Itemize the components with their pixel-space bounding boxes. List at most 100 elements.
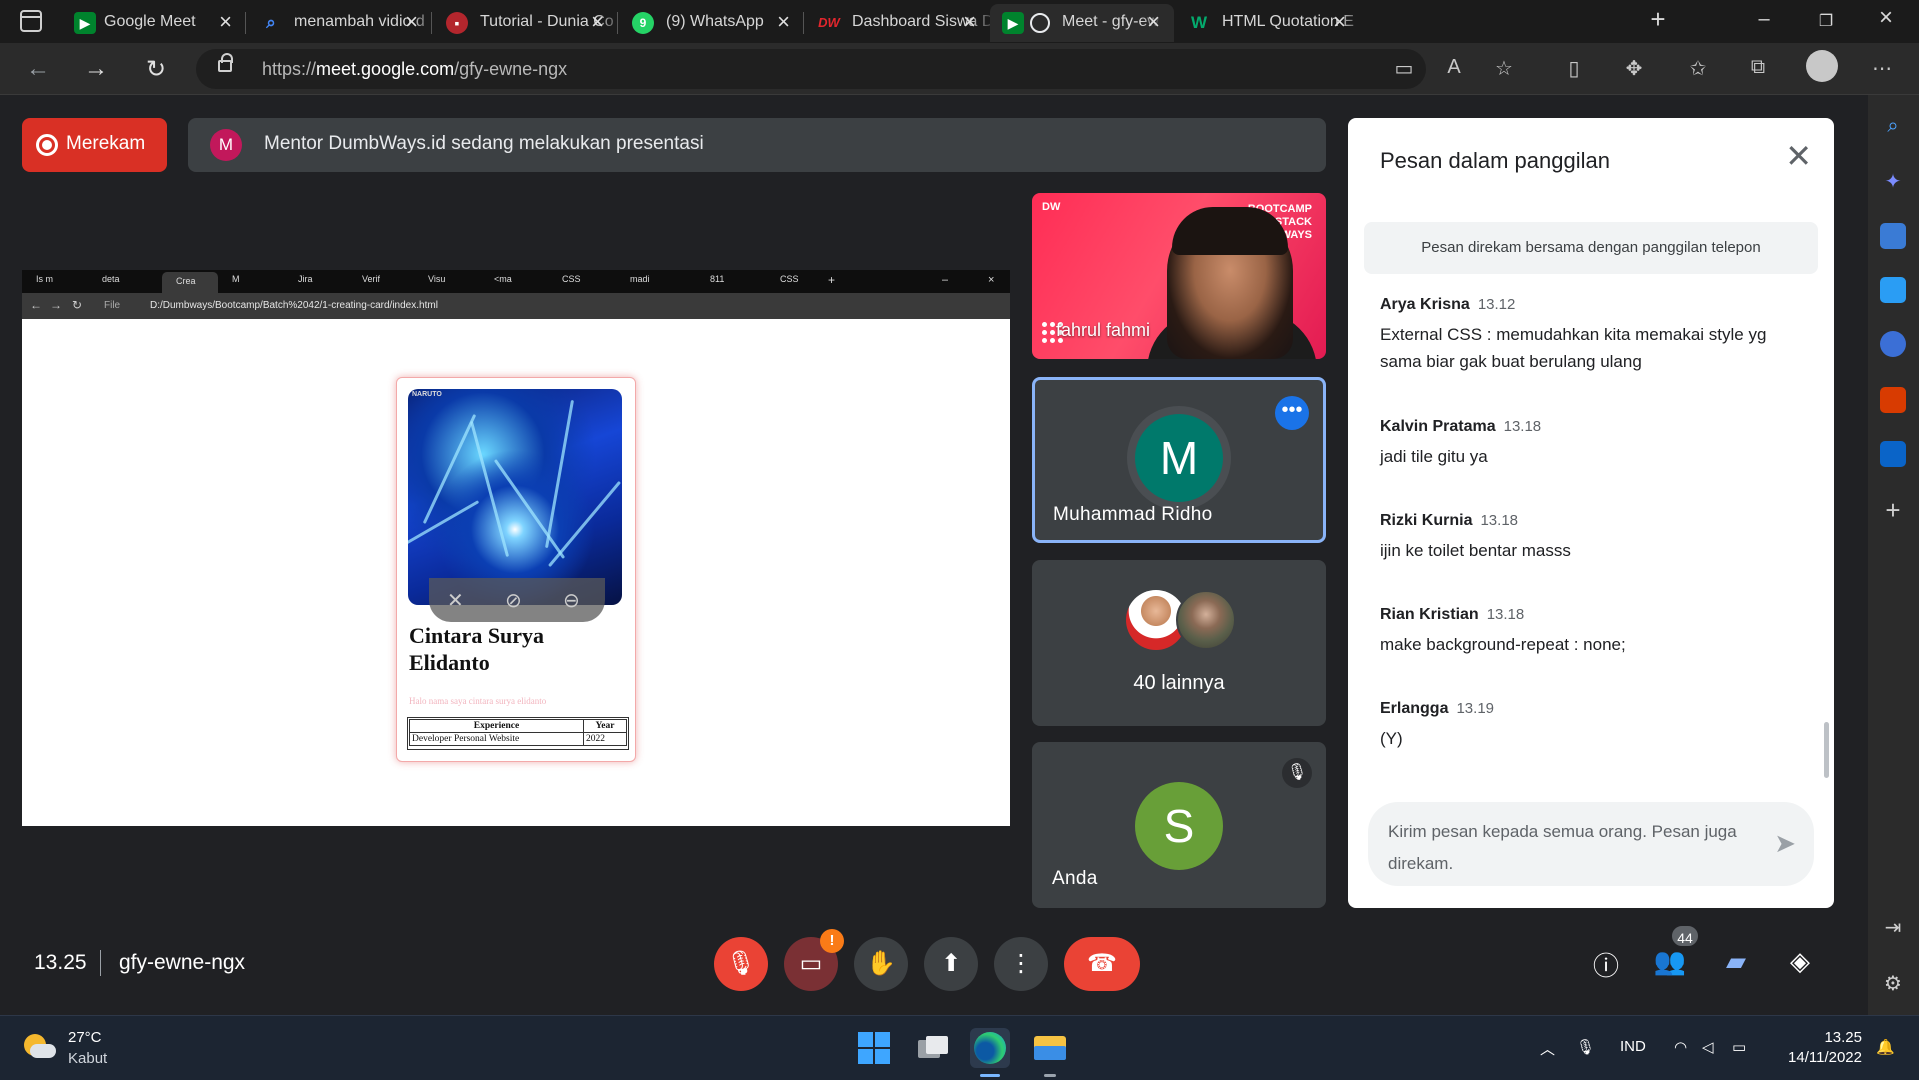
- browser-tab-html-quotation[interactable]: W HTML Quotation E ×: [1176, 4, 1360, 42]
- participant-tile-others[interactable]: 40 lainnya: [1032, 560, 1326, 726]
- more-menu-icon[interactable]: ⋯: [1868, 56, 1896, 81]
- device-icon[interactable]: ▯: [1560, 56, 1588, 81]
- chat-message: Rian Kristian 13.18 make background-repea…: [1380, 606, 1800, 658]
- new-tab-icon[interactable]: +: [1638, 4, 1678, 35]
- hide-sidebar-icon[interactable]: ⇥: [1880, 915, 1906, 941]
- chevron-up-icon[interactable]: ︿: [1540, 1038, 1555, 1059]
- notifications-icon[interactable]: 🔔: [1876, 1038, 1895, 1056]
- extensions-icon[interactable]: ✥: [1620, 56, 1648, 81]
- volume-icon[interactable]: ◁: [1702, 1038, 1714, 1056]
- close-window-icon[interactable]: ×: [1866, 4, 1906, 32]
- close-icon[interactable]: ×: [1333, 10, 1346, 34]
- table-row: Developer Personal Website 2022: [409, 732, 627, 746]
- record-icon: [36, 134, 58, 156]
- profile-avatar[interactable]: [1806, 50, 1838, 82]
- copilot-icon[interactable]: ✦: [1880, 169, 1906, 195]
- close-icon[interactable]: ×: [777, 10, 790, 34]
- refresh-icon[interactable]: ↻: [140, 55, 172, 84]
- message-text: (Y): [1380, 729, 1403, 748]
- more-options-icon[interactable]: •••: [1275, 396, 1309, 430]
- leave-call-button[interactable]: ☎: [1064, 937, 1140, 991]
- camera-toggle-button[interactable]: ▭ !: [784, 929, 844, 991]
- browser-tab-google-meet[interactable]: ▶ Google Meet ×: [62, 4, 246, 42]
- raise-hand-button[interactable]: ✋: [854, 937, 908, 991]
- google-meet-icon: ▶: [1002, 12, 1024, 34]
- system-clock[interactable]: 13.25 14/11/2022: [1780, 1028, 1862, 1068]
- browser-tab-tutorial[interactable]: ▪ Tutorial - Dunia Co ×: [434, 4, 618, 42]
- browser-tab-dashboard[interactable]: DW Dashboard Siswa D ×: [806, 4, 993, 42]
- office-icon[interactable]: [1880, 387, 1906, 413]
- chat-input[interactable]: Kirim pesan kepada semua orang. Pesan ju…: [1368, 802, 1814, 886]
- favorite-add-icon[interactable]: ☆: [1490, 56, 1518, 81]
- recording-note: Pesan direkam bersama dengan panggilan t…: [1364, 222, 1818, 274]
- collections-icon[interactable]: ⧉: [1744, 56, 1772, 79]
- close-icon[interactable]: ×: [591, 10, 604, 34]
- forward-icon[interactable]: →: [80, 55, 112, 83]
- tab-actions-icon[interactable]: [20, 10, 42, 32]
- w3schools-icon: W: [1190, 13, 1208, 32]
- edge-browser-icon[interactable]: [970, 1028, 1010, 1068]
- shopping-icon[interactable]: [1880, 223, 1906, 249]
- card-description: Halo nama saya cintara surya elidanto: [409, 696, 547, 706]
- dumbways-logo: DW: [1042, 201, 1061, 213]
- url-text[interactable]: https://meet.google.com/gfy-ewne-ngx: [262, 59, 567, 80]
- close-icon[interactable]: ✕: [1785, 140, 1812, 172]
- add-icon[interactable]: +: [1880, 497, 1906, 523]
- chat-scrollbar[interactable]: [1824, 722, 1829, 778]
- microphone-toggle-button[interactable]: 🎙: [714, 937, 768, 991]
- settings-icon[interactable]: ⚙: [1880, 971, 1906, 997]
- send-icon[interactable]: ➤: [1774, 828, 1796, 859]
- present-button[interactable]: ⬆: [924, 937, 978, 991]
- people-icon[interactable]: 👥: [1652, 946, 1688, 977]
- chat-icon[interactable]: ▰: [1718, 946, 1754, 977]
- close-icon[interactable]: ×: [1147, 10, 1160, 34]
- edge-sidebar: ⌕ ✦ + ⇥ ⚙: [1868, 95, 1919, 1015]
- weather-icon[interactable]: [24, 1034, 56, 1058]
- participant-avatar: S: [1135, 782, 1223, 870]
- tools-icon[interactable]: [1880, 277, 1906, 303]
- minimize-icon[interactable]: –: [1744, 8, 1784, 31]
- wifi-icon[interactable]: ◠: [1674, 1038, 1687, 1056]
- task-view-icon[interactable]: [912, 1028, 952, 1068]
- whatsapp-icon: 9: [632, 12, 654, 34]
- warning-badge: !: [820, 929, 844, 953]
- close-icon[interactable]: ×: [219, 10, 232, 34]
- back-icon[interactable]: ←: [22, 55, 54, 83]
- table-cell: Developer Personal Website: [409, 732, 584, 746]
- battery-icon[interactable]: ▭: [1732, 1038, 1746, 1056]
- start-icon[interactable]: [854, 1028, 894, 1068]
- search-icon[interactable]: ⌕: [1880, 113, 1906, 139]
- participant-name: Muhammad Ridho: [1053, 504, 1213, 525]
- browser-tab-meet-active[interactable]: ▶ Meet - gfy-ew ×: [990, 4, 1174, 42]
- microphone-icon[interactable]: 🎙: [1576, 1038, 1595, 1056]
- others-count: 40 lainnya: [1133, 672, 1225, 694]
- recording-button[interactable]: Merekam: [22, 118, 167, 172]
- lock-icon[interactable]: [218, 53, 233, 72]
- weather-condition[interactable]: Kabut: [68, 1050, 107, 1067]
- hand-icon: ✋: [866, 950, 896, 977]
- browser-tab-whatsapp[interactable]: 9 (9) WhatsApp ×: [620, 4, 804, 42]
- read-aloud-icon[interactable]: A: [1440, 56, 1468, 79]
- close-icon[interactable]: ×: [963, 10, 976, 34]
- file-explorer-icon[interactable]: [1030, 1028, 1070, 1068]
- browser-tab-search[interactable]: ⌕ menambah vidio d ×: [248, 4, 432, 42]
- weather-temperature[interactable]: 27°C: [68, 1029, 102, 1046]
- activities-icon[interactable]: ◈: [1782, 946, 1818, 977]
- close-icon[interactable]: ×: [405, 10, 418, 34]
- restore-icon[interactable]: ❐: [1806, 11, 1846, 31]
- participant-tile-video[interactable]: DW BOOTCAMP FULLSTACK DUMBWAYS fahrul fa…: [1032, 193, 1326, 359]
- more-options-button[interactable]: ⋮: [994, 937, 1048, 991]
- message-sender: Arya Krisna: [1380, 296, 1470, 313]
- participant-avatar: M: [1135, 414, 1223, 502]
- camera-icon[interactable]: ▭: [1390, 56, 1418, 81]
- participant-tile-self[interactable]: S 🎙 Anda: [1032, 742, 1326, 908]
- outlook-icon[interactable]: [1880, 441, 1906, 467]
- games-icon[interactable]: [1880, 331, 1906, 357]
- participant-tile-ridho[interactable]: M ••• Muhammad Ridho: [1032, 377, 1326, 543]
- meeting-details-icon[interactable]: ⓘ: [1588, 946, 1624, 983]
- table-header: Year: [583, 719, 627, 733]
- input-language[interactable]: IND: [1620, 1038, 1646, 1055]
- message-sender: Rizki Kurnia: [1380, 512, 1473, 529]
- favorites-icon[interactable]: ✩: [1684, 56, 1712, 81]
- url-bar[interactable]: https://meet.google.com/gfy-ewne-ngx: [196, 49, 1426, 89]
